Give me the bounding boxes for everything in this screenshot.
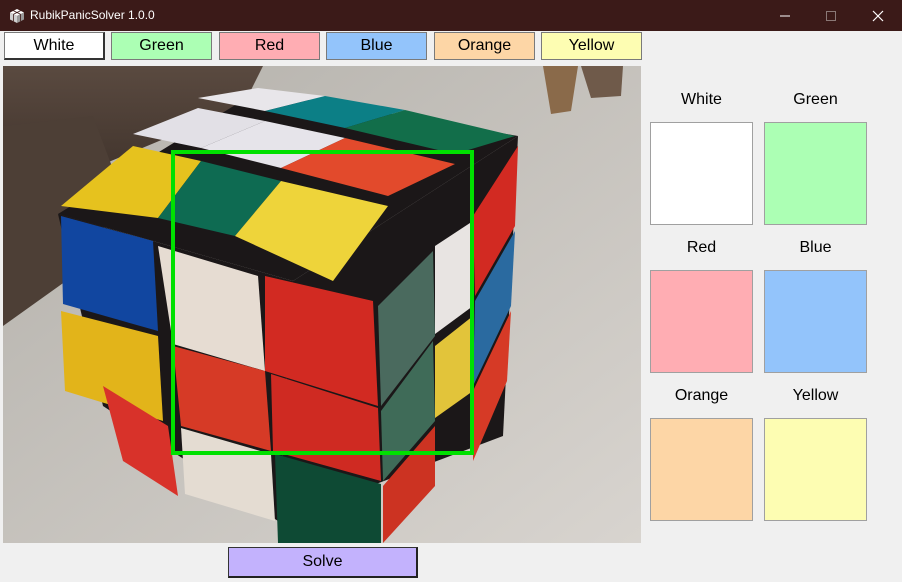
window-title: RubikPanicSolver 1.0.0 xyxy=(30,8,155,22)
yellow-swatch[interactable] xyxy=(764,418,867,521)
red-button[interactable]: Red xyxy=(219,32,320,60)
minimize-icon xyxy=(780,15,790,16)
blue-button[interactable]: Blue xyxy=(326,32,427,60)
green-swatch-label: Green xyxy=(793,91,838,108)
white-swatch-label: White xyxy=(681,91,722,108)
blue-swatch[interactable] xyxy=(764,270,867,373)
green-swatch[interactable] xyxy=(764,122,867,225)
maximize-button[interactable] xyxy=(808,0,854,31)
title-bar[interactable]: RubikPanicSolver 1.0.0 xyxy=(0,0,902,31)
close-icon xyxy=(872,10,884,21)
white-button[interactable]: White xyxy=(4,32,105,60)
green-button[interactable]: Green xyxy=(111,32,212,60)
blue-swatch-label: Blue xyxy=(799,239,832,256)
yellow-button[interactable]: Yellow xyxy=(541,32,642,60)
white-swatch[interactable] xyxy=(650,122,753,225)
red-swatch-label: Red xyxy=(686,239,717,256)
close-button[interactable] xyxy=(855,0,901,31)
minimize-button[interactable] xyxy=(762,0,808,31)
orange-swatch[interactable] xyxy=(650,418,753,521)
rubik-cube-icon xyxy=(10,9,24,23)
camera-image xyxy=(3,66,641,543)
app-window: RubikPanicSolver 1.0.0 White Green Red B… xyxy=(0,0,902,582)
yellow-swatch-label: Yellow xyxy=(792,387,839,404)
red-swatch[interactable] xyxy=(650,270,753,373)
camera-view xyxy=(3,66,641,543)
orange-button[interactable]: Orange xyxy=(434,32,535,60)
solve-button[interactable]: Solve xyxy=(228,547,418,578)
orange-swatch-label: Orange xyxy=(674,387,729,404)
maximize-icon xyxy=(826,10,836,21)
